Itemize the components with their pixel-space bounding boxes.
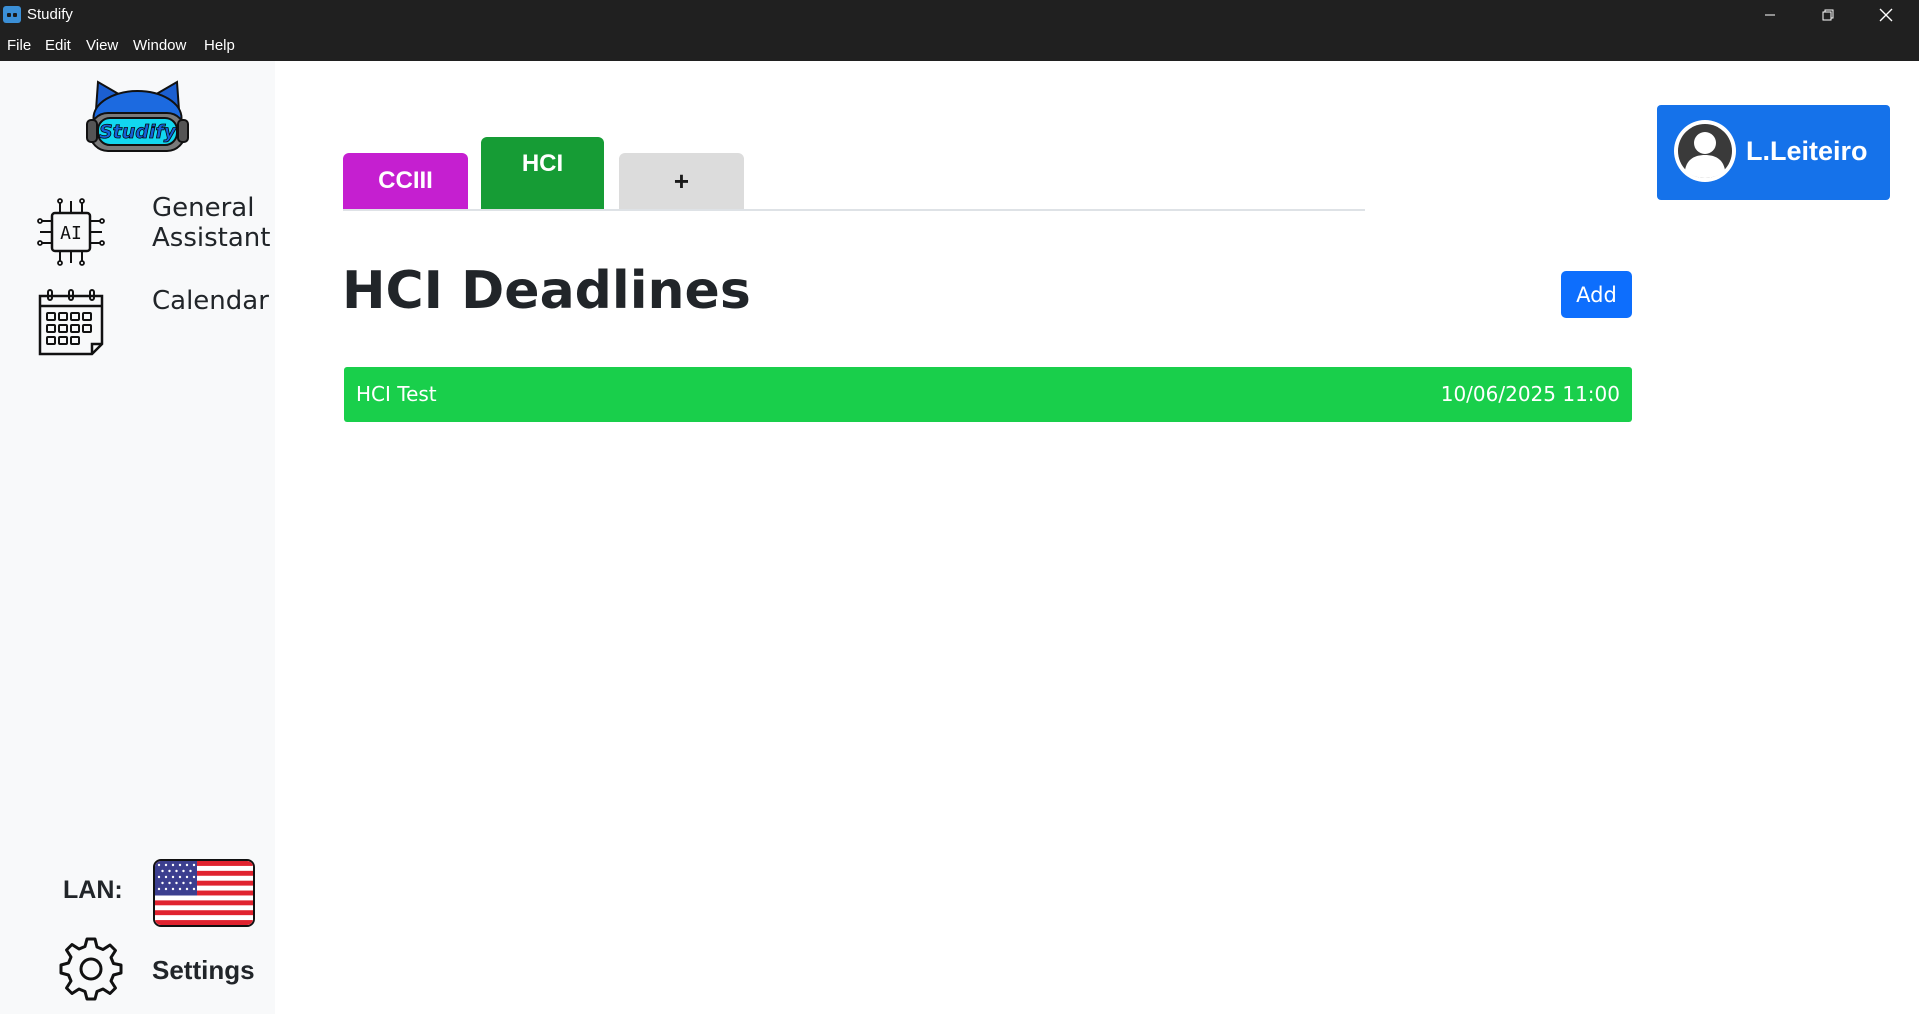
settings-button[interactable]: Settings [58,936,278,1006]
nav-general-assistant[interactable]: AI General Assistant [36,193,270,267]
tab-cciii[interactable]: CCIII [343,153,468,209]
gear-icon [59,937,123,1001]
deadline-date: 10/06/2025 11:00 [1440,382,1620,406]
user-avatar-icon [1674,120,1736,182]
tab-hci[interactable]: HCI [481,137,604,209]
nav-calendar[interactable]: Calendar [36,286,269,358]
settings-label: Settings [152,955,255,985]
us-flag-icon [155,861,253,925]
logo-text: Studify [99,121,178,143]
restore-button[interactable] [1799,0,1857,30]
calendar-icon [38,289,104,356]
deadline-name: HCI Test [356,382,437,406]
minimize-icon [1765,14,1775,16]
ai-chip-icon: AI [37,198,105,266]
page-title: HCI Deadlines [342,261,751,321]
menu-edit[interactable]: Edit [45,37,71,54]
deadline-item[interactable]: HCI Test 10/06/2025 11:00 [344,367,1632,422]
language-label: LAN: [63,876,123,904]
restore-icon [1822,9,1834,21]
sidebar: Studify AI General Assistant Calendar LA… [0,61,275,1014]
window-title: Studify [27,6,73,23]
language-flag-button[interactable] [153,859,255,927]
studify-app-icon [3,6,21,23]
title-bar: Studify [0,0,1919,30]
tab-add-course[interactable]: + [619,153,744,209]
course-tabs: CCIII HCI + [343,137,1365,211]
close-button[interactable] [1857,0,1915,30]
menu-view[interactable]: View [86,37,118,54]
nav-calendar-label: Calendar [152,286,269,316]
nav-general-assistant-label: General Assistant [152,193,271,253]
user-name: L.Leiteiro [1746,136,1868,166]
menu-bar: File Edit View Window Help [0,30,1919,61]
svg-text:AI: AI [60,223,82,244]
menu-help[interactable]: Help [204,37,235,54]
close-icon [1879,8,1893,22]
menu-file[interactable]: File [7,37,31,54]
user-profile-button[interactable]: L.Leiteiro [1657,105,1890,200]
minimize-button[interactable] [1741,0,1799,30]
add-deadline-button[interactable]: Add [1561,271,1632,318]
menu-window[interactable]: Window [133,37,186,54]
studify-cat-logo[interactable]: Studify [84,80,191,162]
